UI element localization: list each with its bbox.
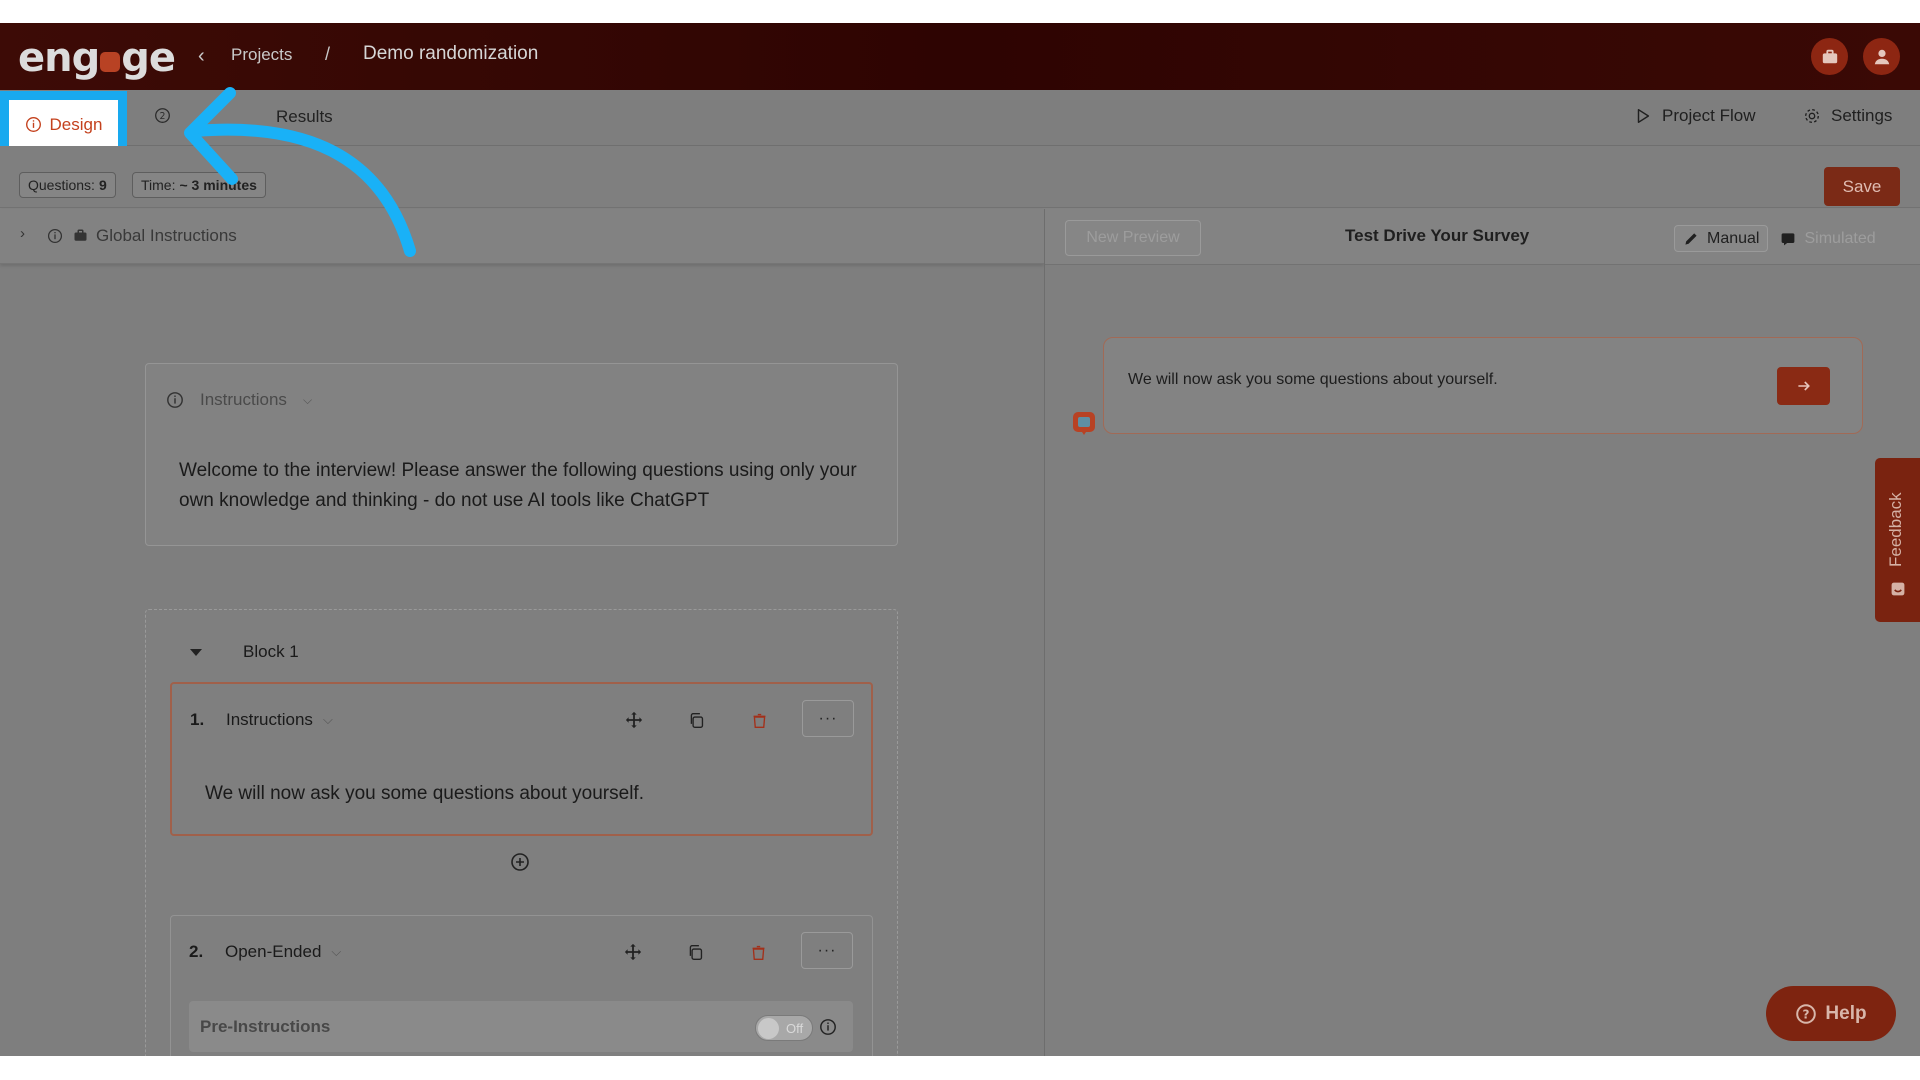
global-instructions-label: Global Instructions (96, 226, 237, 245)
more-options-button[interactable]: ··· (802, 700, 854, 737)
project-flow-button[interactable]: Project Flow (1634, 106, 1756, 126)
toggle-knob (758, 1018, 779, 1039)
breadcrumb-separator: / (325, 44, 331, 64)
preview-header: New Preview Test Drive Your Survey Manua… (1045, 209, 1920, 265)
chat-icon (1782, 232, 1795, 245)
svg-text:2: 2 (160, 111, 166, 122)
copy-icon[interactable] (685, 942, 705, 962)
feedback-tab[interactable]: Feedback (1875, 458, 1920, 622)
copy-icon[interactable] (686, 710, 706, 730)
caret-down-icon[interactable] (190, 649, 202, 656)
question-text[interactable]: We will now ask you some questions about… (205, 783, 644, 805)
question-card[interactable]: 1. Instructions ⌵ ··· We will now ask yo… (170, 682, 873, 836)
project-title: Demo randomization (363, 43, 539, 64)
gear-icon (1805, 109, 1819, 123)
question-number: 2. (189, 942, 204, 961)
question-type-select[interactable]: Instructions ⌵ (226, 710, 333, 730)
info-icon (47, 228, 63, 244)
trash-icon[interactable] (749, 710, 769, 730)
chevron-down-icon[interactable]: ⌵ (303, 393, 312, 408)
help-label: Help (1825, 1002, 1867, 1024)
chevron-down-icon: ⌵ (322, 712, 333, 727)
chevron-down-icon: ⌵ (331, 944, 342, 959)
user-icon (1874, 49, 1889, 64)
user-avatar-button[interactable] (1863, 38, 1900, 75)
tab-bar: Design 2 Results Project Flow Settings (0, 90, 1920, 158)
preview-message-text: We will now ask you some questions about… (1128, 371, 1498, 388)
chevron-right-icon[interactable]: › (20, 225, 25, 242)
survey-toolbar: Questions: 9 Time: ~ 3 minutes (0, 146, 1920, 208)
add-question-icon[interactable] (510, 852, 530, 872)
pre-instructions-toggle[interactable]: Off (755, 1015, 813, 1041)
new-preview-button[interactable]: New Preview (1065, 220, 1201, 256)
tab-questions[interactable]: 2 (154, 107, 179, 124)
next-button[interactable] (1777, 367, 1830, 405)
svg-text:?: ? (1803, 1007, 1810, 1021)
time-estimate-chip: Time: ~ 3 minutes (132, 172, 266, 198)
save-button[interactable]: Save (1824, 167, 1900, 206)
info-icon (25, 117, 41, 132)
manual-mode-button[interactable]: Manual (1674, 225, 1769, 252)
preview-panel: New Preview Test Drive Your Survey Manua… (1045, 209, 1920, 1056)
question-type-select[interactable]: Open-Ended ⌵ (225, 942, 341, 962)
bot-avatar-icon (1073, 412, 1095, 435)
preview-message-bubble: We will now ask you some questions about… (1103, 337, 1863, 434)
move-icon[interactable] (624, 710, 644, 730)
preview-title: Test Drive Your Survey (1345, 226, 1530, 245)
briefcase-icon (1822, 49, 1837, 63)
settings-label: Settings (1831, 106, 1893, 125)
question-circle-icon: ? (1796, 1003, 1817, 1024)
pre-instructions-row: Pre-Instructions Off (189, 1001, 853, 1052)
questions-count-label: Questions: (28, 177, 95, 193)
instructions-card-text[interactable]: Welcome to the interview! Please answer … (179, 456, 879, 516)
play-icon (1637, 108, 1650, 124)
toggle-state-label: Off (786, 1021, 804, 1036)
tab-results-label: Results (276, 107, 333, 126)
global-instructions-row[interactable]: › Global Instructions (0, 209, 1044, 264)
questions-count-chip: Questions: 9 (19, 172, 116, 198)
time-value: ~ 3 minutes (179, 177, 257, 193)
instructions-card[interactable]: Instructions ⌵ Welcome to the interview!… (145, 363, 898, 546)
project-flow-label: Project Flow (1662, 106, 1756, 125)
block-title[interactable]: Block 1 (243, 642, 299, 662)
tab-results[interactable]: Results (276, 107, 333, 127)
engage-logo[interactable]: eng ge (18, 35, 176, 81)
arrow-right-icon (1797, 381, 1810, 391)
preview-mode-toggle: Manual Simulated (1674, 225, 1884, 252)
question-card[interactable]: 2. Open-Ended ⌵ ··· Pre-Instructions Off (170, 915, 873, 1056)
more-options-button[interactable]: ··· (801, 932, 853, 969)
manual-mode-label: Manual (1707, 229, 1760, 247)
question-number: 1. (190, 710, 205, 729)
smile-icon (1891, 582, 1905, 596)
top-bar: eng ge ‹ Projects / Demo randomization (0, 23, 1920, 90)
breadcrumb-projects[interactable]: Projects (231, 45, 292, 65)
tab-design-label: Design (49, 114, 103, 134)
feedback-label: Feedback (1886, 492, 1905, 567)
toolbox-button[interactable] (1811, 38, 1848, 75)
info-icon[interactable] (819, 1018, 837, 1036)
app-window: eng ge ‹ Projects / Demo randomization De… (0, 23, 1920, 1056)
time-label: Time: (141, 177, 176, 193)
question-type-label: Open-Ended (225, 942, 322, 961)
simulated-mode-button[interactable]: Simulated (1772, 225, 1883, 252)
instructions-card-header[interactable]: Instructions ⌵ (166, 390, 312, 410)
help-button[interactable]: ? Help (1766, 986, 1896, 1041)
question-type-label: Instructions (226, 710, 313, 729)
instructions-card-label: Instructions (200, 390, 287, 409)
question-block: Block 1 1. Instructions ⌵ ··· We will no… (145, 609, 898, 1056)
back-chevron-icon[interactable]: ‹ (198, 45, 205, 68)
question-circle-icon: 2 (155, 108, 170, 123)
pre-instructions-label: Pre-Instructions (200, 1017, 331, 1036)
info-icon (167, 392, 183, 408)
questions-count-value: 9 (98, 177, 107, 193)
move-icon[interactable] (623, 942, 643, 962)
briefcase-icon (74, 229, 87, 241)
pencil-icon (1685, 232, 1697, 245)
trash-icon[interactable] (748, 942, 768, 962)
settings-button[interactable]: Settings (1803, 106, 1892, 126)
simulated-mode-label: Simulated (1804, 229, 1876, 247)
